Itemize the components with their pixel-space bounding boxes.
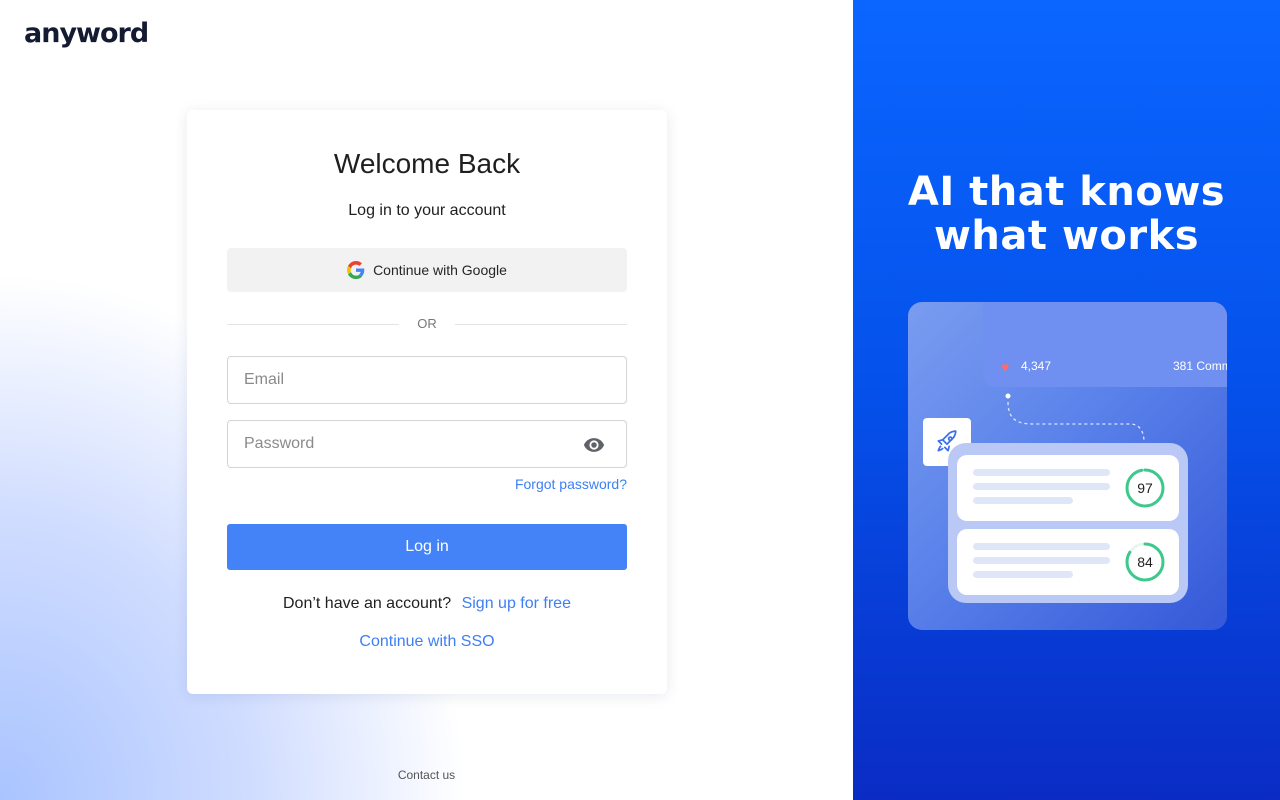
promo-headline: AI that knows what works [853,170,1280,258]
promo-illustration: ♥ 4,347 381 Comm 97 84 [908,302,1227,630]
promo-headline-line1: AI that knows [907,169,1226,215]
score-panel: 97 84 [948,443,1188,603]
login-pane: anyword Welcome Back Log in to your acco… [0,0,853,800]
score-card: 84 [957,529,1179,595]
login-card: Welcome Back Log in to your account Cont… [187,110,667,694]
page-subtitle: Log in to your account [348,202,506,219]
anyword-logo[interactable]: anyword [24,18,149,49]
promo-pane: AI that knows what works ♥ 4,347 381 Com… [853,0,1280,800]
text-placeholder-bar [973,497,1073,504]
score-value: 84 [1137,554,1153,570]
contact-us-link[interactable]: Contact us [0,768,853,782]
text-placeholder-bar [973,469,1110,476]
page-title: Welcome Back [333,148,521,179]
eye-icon[interactable] [582,434,606,456]
score-value: 97 [1137,480,1153,496]
text-placeholder-bar [973,557,1110,564]
google-icon [347,261,365,279]
email-input[interactable] [228,357,626,403]
divider-line-right [455,324,627,325]
sign-up-link[interactable]: Sign up for free [462,595,571,612]
email-field [227,356,627,404]
password-field [227,420,627,468]
continue-with-sso-link[interactable]: Continue with SSO [187,633,667,651]
text-placeholder-bar [973,483,1110,490]
no-account-text: Don’t have an account? [283,595,452,612]
or-divider: OR [227,315,627,333]
continue-with-google-button[interactable]: Continue with Google [227,248,627,292]
login-button[interactable]: Log in [227,524,627,570]
text-placeholder-bar [973,543,1110,550]
text-placeholder-bar [973,571,1073,578]
promo-headline-line2: what works [933,213,1200,259]
password-input[interactable] [228,421,626,467]
score-card: 97 [957,455,1179,521]
signup-row: Don’t have an account? Sign up for free [187,595,667,613]
google-button-label: Continue with Google [373,262,507,278]
forgot-password-link[interactable]: Forgot password? [515,476,627,492]
